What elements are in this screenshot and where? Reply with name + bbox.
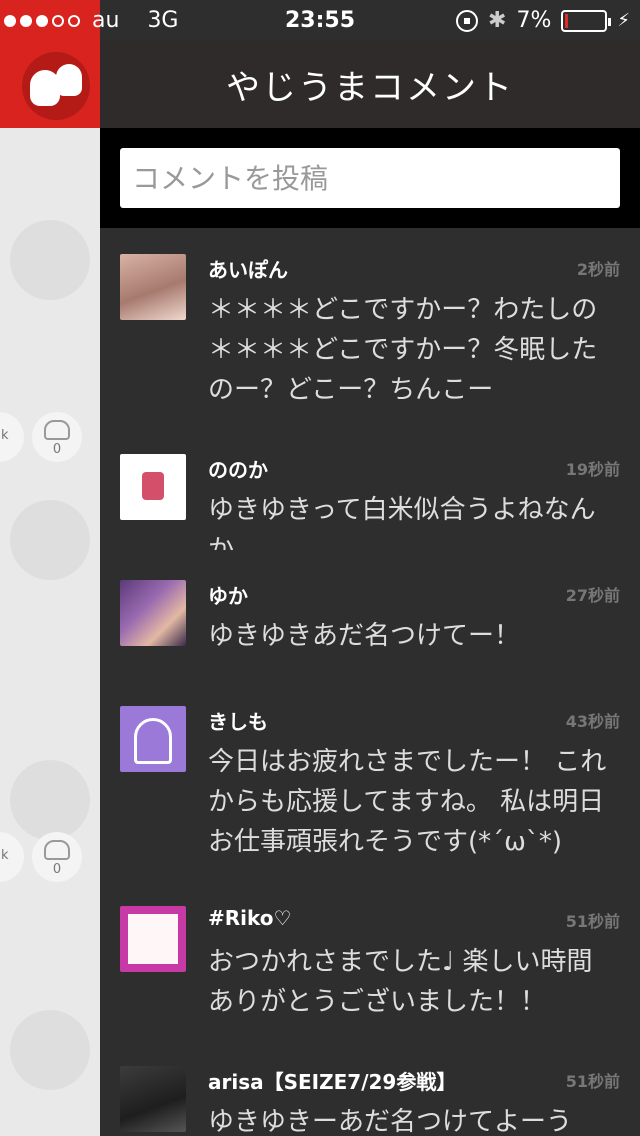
decorative-shape (10, 760, 90, 840)
talk-label: alk (0, 428, 9, 443)
comment-item[interactable]: arisa【SEIZE7/29参戦】 51秒前 ゆきゆきーあだ名つけてよーう (100, 1066, 640, 1136)
comment-author[interactable]: #Riko♡ (208, 906, 291, 930)
comment-item[interactable]: あいぽん 2秒前 ＊＊＊＊どこですかー？わたしの＊＊＊＊どこですかー？冬眠したの… (100, 254, 640, 434)
comment-author[interactable]: ののか (208, 454, 268, 483)
comment-item[interactable]: #Riko♡ 51秒前 おつかれさまでした♩ 楽しい時間ありがとうございました！… (100, 906, 640, 1026)
comment-author[interactable]: ゆか (208, 580, 248, 609)
talk-button[interactable]: alk (0, 412, 24, 462)
comment-item[interactable]: ののか 19秒前 ゆきゆきって白米似合うよねなんか (100, 454, 640, 554)
comment-text: ゆきゆきあだ名つけてー！ (208, 621, 521, 651)
avatar[interactable] (120, 580, 186, 646)
clap-icon (44, 840, 70, 860)
battery-icon (561, 9, 612, 32)
comment-time: 43秒前 (565, 712, 620, 731)
comment-item[interactable]: ゆか 27秒前 ゆきゆきあだ名つけてー！ (100, 580, 640, 670)
clap-button[interactable]: 0 (32, 832, 82, 882)
comment-author[interactable]: あいぽん (208, 254, 288, 283)
avatar[interactable] (120, 254, 186, 320)
avatar[interactable] (120, 906, 186, 972)
comment-text: ゆきゆきーあだ名つけてよーう (208, 1107, 573, 1136)
clap-icon (44, 420, 70, 440)
decorative-shape (10, 500, 90, 580)
decorative-shape (10, 220, 90, 300)
comment-time: 19秒前 (565, 460, 620, 479)
comments-panel: やじうまコメント あいぽん 2秒前 ＊＊＊＊どこですかー？わたしの＊＊＊＊どこで… (100, 0, 640, 1136)
comment-time: 51秒前 (565, 1072, 620, 1091)
talk-label: alk (0, 848, 9, 863)
battery-percent: 7% (516, 8, 552, 33)
comment-time: 51秒前 (565, 912, 620, 931)
comment-text: 今日はお疲れさまでしたー！ これからも応援してますね。 私は明日お仕事頑張れそう… (208, 747, 607, 857)
charging-icon: ⚡ (617, 10, 630, 31)
clap-button[interactable]: 0 (32, 412, 82, 462)
comment-item[interactable]: きしも 43秒前 今日はお疲れさまでしたー！ これからも応援してますね。 私は明… (100, 706, 640, 866)
compose-bar (100, 128, 640, 228)
comment-time: 27秒前 (565, 586, 620, 605)
page-title: やじうまコメント (226, 68, 514, 108)
comment-author[interactable]: きしも (208, 706, 268, 735)
comment-list[interactable]: あいぽん 2秒前 ＊＊＊＊どこですかー？わたしの＊＊＊＊どこですかー？冬眠したの… (100, 228, 640, 1136)
clap-count: 0 (52, 862, 62, 877)
talk-button[interactable]: alk (0, 832, 24, 882)
clap-count: 0 (52, 442, 62, 457)
comment-text: ゆきゆきって白米似合うよねなんか (208, 495, 596, 550)
avatar[interactable] (120, 1066, 186, 1132)
bluetooth-icon: ✱ (488, 8, 507, 33)
comment-author[interactable]: arisa【SEIZE7/29参戦】 (208, 1066, 456, 1095)
rotation-lock-icon (456, 9, 479, 32)
status-icons: ✱ 7% ⚡ (456, 8, 630, 33)
status-bar: au 3G 23:55 ✱ 7% ⚡ (0, 0, 640, 40)
decorative-shape (10, 1010, 90, 1090)
comment-text: おつかれさまでした♩ 楽しい時間ありがとうございました！！ (208, 947, 593, 1017)
battery-level (565, 13, 569, 28)
comment-time: 2秒前 (576, 260, 620, 279)
comment-text: ＊＊＊＊どこですかー？わたしの＊＊＊＊どこですかー？冬眠したのー？どこー？ちんこ… (208, 295, 598, 405)
comment-input[interactable] (120, 148, 620, 208)
background-panel: alk 0 alk 0 (0, 0, 100, 1136)
app-logo-icon[interactable] (22, 52, 90, 120)
navigation-bar: やじうまコメント (100, 40, 640, 128)
avatar[interactable] (120, 454, 186, 520)
avatar[interactable] (120, 706, 186, 772)
